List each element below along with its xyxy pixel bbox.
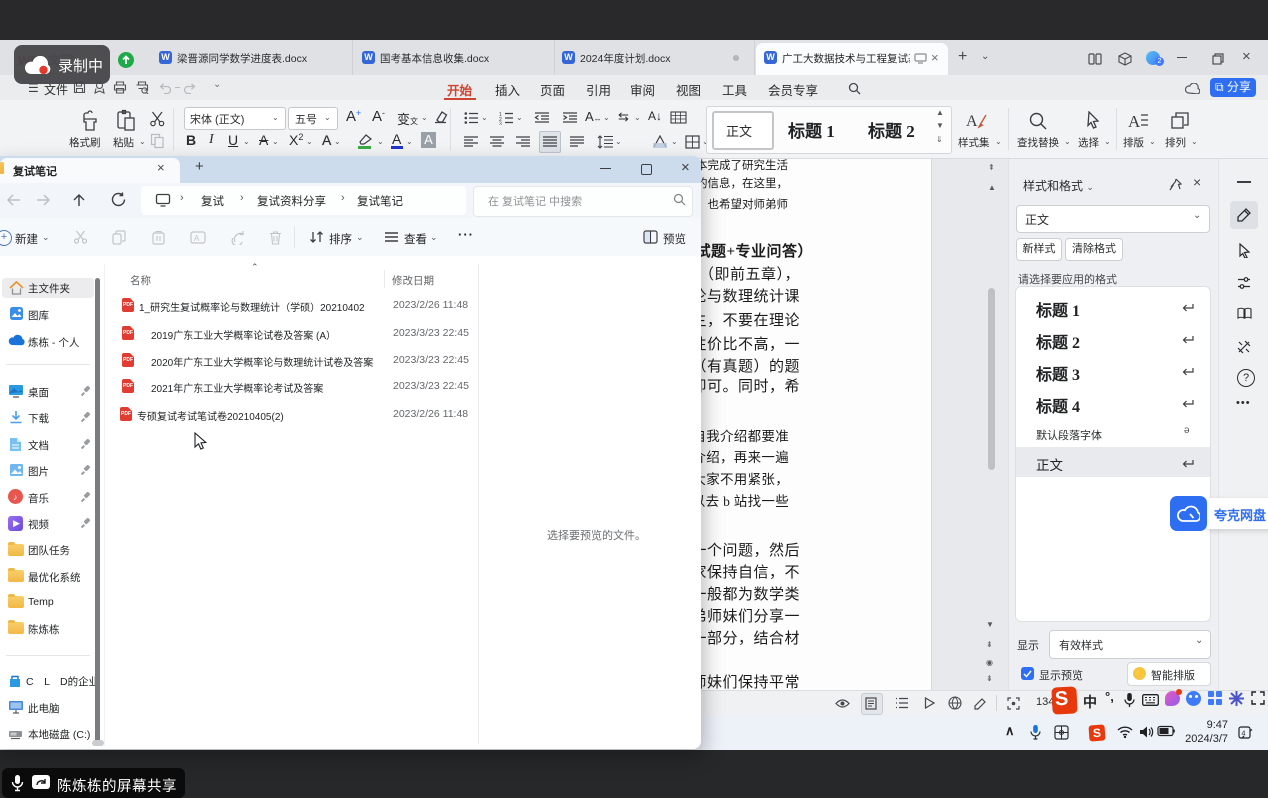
svg-text:A: A [1128,112,1141,131]
svg-text:3: 3 [499,122,502,126]
svg-text:A: A [194,234,200,243]
svg-text:A: A [966,113,978,130]
svg-text:4: 4 [1242,731,1246,738]
